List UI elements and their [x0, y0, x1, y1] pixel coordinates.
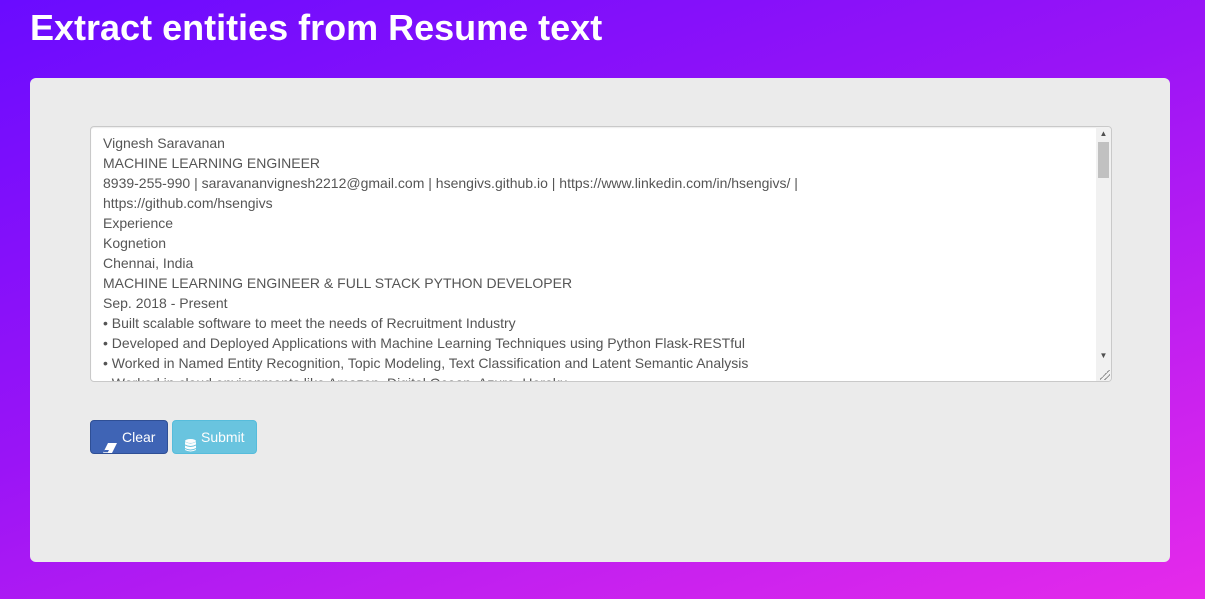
submit-button-label: Submit — [201, 429, 245, 445]
resume-text-content[interactable]: Vignesh Saravanan MACHINE LEARNING ENGIN… — [103, 133, 1093, 381]
scroll-thumb[interactable] — [1098, 142, 1109, 178]
scroll-up-arrow-icon[interactable]: ▲ — [1096, 127, 1111, 141]
textarea-scrollbar[interactable]: ▲ ▼ — [1096, 127, 1111, 381]
page-title: Extract entities from Resume text — [30, 7, 603, 48]
submit-button[interactable]: Submit — [172, 420, 257, 454]
clear-button-label: Clear — [122, 429, 156, 445]
resize-grip-icon[interactable] — [1100, 370, 1110, 380]
scroll-down-arrow-icon[interactable]: ▼ — [1096, 349, 1111, 363]
database-icon — [185, 431, 196, 451]
eraser-icon — [103, 432, 117, 453]
main-panel: Vignesh Saravanan MACHINE LEARNING ENGIN… — [30, 78, 1170, 562]
clear-button[interactable]: Clear — [90, 420, 168, 454]
resume-textarea[interactable]: Vignesh Saravanan MACHINE LEARNING ENGIN… — [90, 126, 1112, 382]
